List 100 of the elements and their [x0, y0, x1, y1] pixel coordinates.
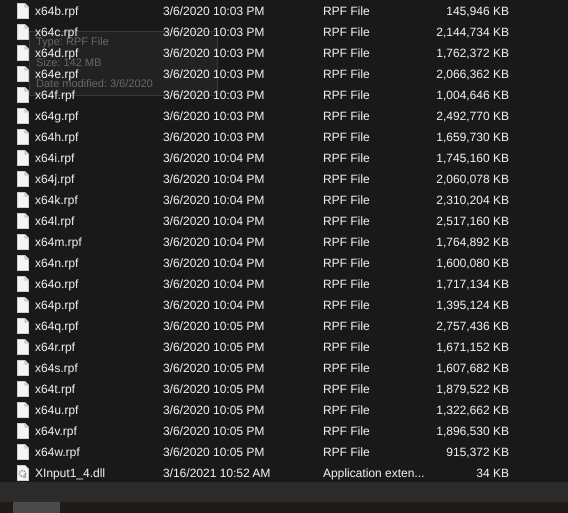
- file-size: 2,310,204 KB: [435, 192, 509, 206]
- file-type: RPF File: [323, 214, 371, 228]
- date-modified: 3/6/2020 10:04 PM: [163, 276, 266, 290]
- file-name[interactable]: x64i.rpf: [35, 150, 163, 164]
- file-name[interactable]: x64q.rpf: [35, 318, 163, 332]
- date-modified: 3/16/2021 10:52 AM: [163, 466, 272, 480]
- file-name[interactable]: x64n.rpf: [35, 256, 163, 270]
- date-modified: 3/6/2020 10:03 PM: [163, 24, 266, 38]
- file-type: RPF File: [323, 298, 371, 312]
- date-modified: 3/6/2020 10:05 PM: [163, 340, 266, 354]
- file-type: RPF File: [323, 276, 371, 290]
- file-icon: [17, 128, 29, 144]
- file-name[interactable]: x64r.rpf: [35, 340, 163, 354]
- file-type: RPF File: [323, 234, 371, 248]
- file-type: RPF File: [323, 130, 371, 144]
- file-type: RPF File: [323, 256, 371, 270]
- file-size: 1,659,730 KB: [435, 130, 509, 144]
- file-name[interactable]: x64g.rpf: [35, 108, 163, 122]
- tooltip-text: Type: RPF File: [36, 36, 109, 48]
- file-name[interactable]: x64s.rpf: [35, 360, 163, 374]
- file-type: RPF File: [323, 444, 371, 458]
- file-name[interactable]: x64t.rpf: [35, 382, 163, 396]
- date-modified: 3/6/2020 10:04 PM: [163, 172, 266, 186]
- file-size: 1,607,682 KB: [435, 360, 509, 374]
- date-modified: 3/6/2020 10:04 PM: [163, 150, 266, 164]
- date-modified: 3/6/2020 10:05 PM: [163, 402, 266, 416]
- scrollbar-thumb[interactable]: [13, 502, 60, 513]
- file-size: 1,004,646 KB: [435, 88, 509, 102]
- file-type: RPF File: [323, 424, 371, 438]
- file-size: 915,372 KB: [445, 444, 509, 458]
- date-modified: 3/6/2020 10:03 PM: [163, 130, 266, 144]
- file-icon: [17, 402, 29, 418]
- date-modified: 3/6/2020 10:05 PM: [163, 444, 266, 458]
- date-modified: 3/6/2020 10:05 PM: [163, 424, 266, 438]
- date-modified: 3/6/2020 10:04 PM: [163, 256, 266, 270]
- file-icon: [17, 192, 29, 208]
- file-icon: [17, 254, 29, 270]
- file-name[interactable]: x64m.rpf: [35, 234, 163, 248]
- file-type: RPF File: [323, 318, 371, 332]
- date-modified: 3/6/2020 10:05 PM: [163, 360, 266, 374]
- tooltip-text: Size: 142 MB: [36, 57, 102, 69]
- file-type: RPF File: [323, 192, 371, 206]
- file-size: 1,717,134 KB: [435, 276, 509, 290]
- file-size: 1,879,522 KB: [435, 382, 509, 396]
- file-name[interactable]: x64k.rpf: [35, 192, 163, 206]
- file-size: 2,757,436 KB: [435, 318, 509, 332]
- file-size: 2,144,734 KB: [435, 24, 509, 38]
- file-icon: [17, 44, 29, 60]
- file-icon: [17, 380, 29, 396]
- file-type: RPF File: [323, 24, 371, 38]
- date-modified: 3/6/2020 10:04 PM: [163, 214, 266, 228]
- file-size: 34 KB: [475, 466, 509, 480]
- file-icon: [17, 108, 29, 124]
- file-type: RPF File: [323, 382, 371, 396]
- file-name[interactable]: XInput1_4.dll: [35, 466, 163, 480]
- file-icon: [17, 2, 29, 18]
- file-name[interactable]: x64p.rpf: [35, 298, 163, 312]
- date-modified: 3/6/2020 10:03 PM: [163, 46, 266, 60]
- date-modified: 3/6/2020 10:05 PM: [163, 382, 266, 396]
- date-modified: 3/6/2020 10:03 PM: [163, 108, 266, 122]
- date-modified: 3/6/2020 10:03 PM: [163, 88, 266, 102]
- file-type: RPF File: [323, 340, 371, 354]
- file-size: 1,322,662 KB: [435, 402, 509, 416]
- file-size: 1,395,124 KB: [435, 298, 509, 312]
- file-name[interactable]: x64b.rpf: [35, 4, 163, 18]
- date-modified: 3/6/2020 10:03 PM: [163, 4, 266, 18]
- file-icon: [17, 296, 29, 312]
- file-icon: [17, 212, 29, 228]
- file-icon: [17, 422, 29, 438]
- file-name[interactable]: x64f.rpf: [35, 88, 163, 102]
- date-modified: 3/6/2020 10:04 PM: [163, 234, 266, 248]
- file-name[interactable]: x64c.rpf: [35, 24, 163, 38]
- file-name[interactable]: x64h.rpf: [35, 130, 163, 144]
- file-size: 2,492,770 KB: [435, 108, 509, 122]
- file-icon: [17, 66, 29, 82]
- file-name[interactable]: x64e.rpf: [35, 66, 163, 80]
- file-size: 1,762,372 KB: [435, 46, 509, 60]
- file-size: 1,600,080 KB: [435, 256, 509, 270]
- file-name[interactable]: x64j.rpf: [35, 172, 163, 186]
- file-icon: [17, 318, 29, 334]
- file-name[interactable]: x64w.rpf: [35, 444, 163, 458]
- file-name[interactable]: x64d.rpf: [35, 46, 163, 60]
- file-type: RPF File: [323, 88, 371, 102]
- file-size: 1,671,152 KB: [435, 340, 509, 354]
- file-icon: [17, 170, 29, 186]
- date-modified: 3/6/2020 10:04 PM: [163, 298, 266, 312]
- file-name[interactable]: x64v.rpf: [35, 424, 163, 438]
- file-size: 145,946 KB: [445, 4, 509, 18]
- file-icon: [17, 276, 29, 292]
- file-type: RPF File: [323, 108, 371, 122]
- file-type: Application exten...: [323, 466, 426, 480]
- gear-file-icon: [17, 464, 29, 480]
- file-type: RPF File: [323, 66, 371, 80]
- file-name[interactable]: x64u.rpf: [35, 402, 163, 416]
- date-modified: 3/6/2020 10:05 PM: [163, 318, 266, 332]
- file-name[interactable]: x64l.rpf: [35, 214, 163, 228]
- file-name[interactable]: x64o.rpf: [35, 276, 163, 290]
- tooltip-text: Date modified: 3/6/2020: [36, 78, 153, 90]
- file-size: 2,517,160 KB: [435, 214, 509, 228]
- file-size: 2,066,362 KB: [435, 66, 509, 80]
